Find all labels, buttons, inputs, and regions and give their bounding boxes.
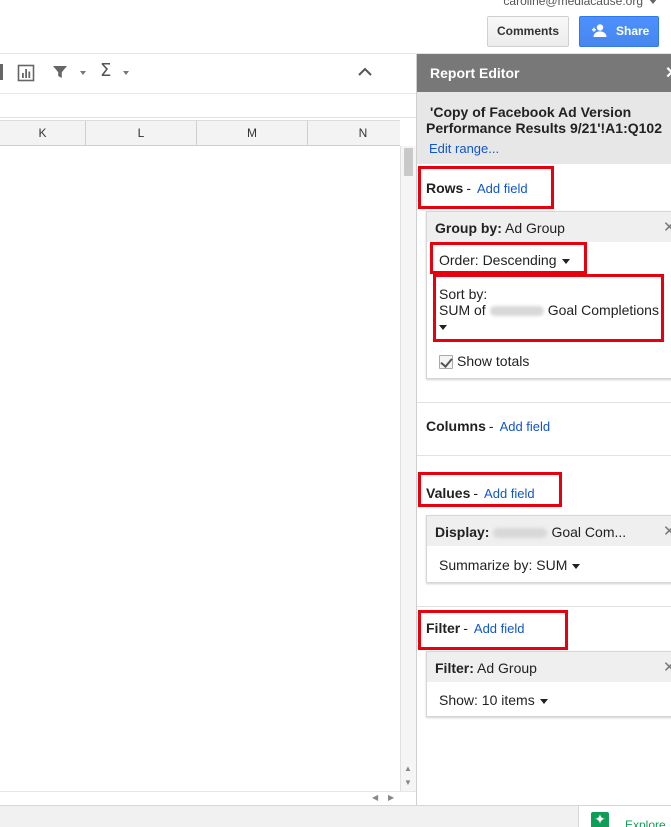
vertical-scrollbar[interactable]: ▲ ▼ xyxy=(400,146,416,792)
filter-caret-icon[interactable] xyxy=(80,71,86,75)
source-range-title: 'Copy of Facebook Ad Version Performance… xyxy=(426,104,662,136)
source-range-box: 'Copy of Facebook Ad Version Performance… xyxy=(417,92,671,164)
show-totals-checkbox[interactable]: Show totals xyxy=(439,353,529,370)
display-header: Display: Goal Com... ✕ xyxy=(427,516,671,546)
highlight-sort-by xyxy=(433,274,664,342)
explore-button[interactable]: ✦ Explore xyxy=(578,805,671,827)
sheet-toolbar: Σ xyxy=(0,54,416,94)
share-label: Share xyxy=(616,24,650,38)
cell-grid[interactable] xyxy=(0,146,400,791)
highlight-rows xyxy=(418,166,554,209)
explore-icon: ✦ xyxy=(591,812,609,827)
close-icon[interactable]: ✕ xyxy=(665,63,671,83)
section-divider xyxy=(417,455,671,456)
column-header-n[interactable]: N xyxy=(308,121,419,146)
account-menu[interactable]: caroline@mediacause.org xyxy=(503,0,657,8)
chevron-down-icon xyxy=(649,0,657,5)
show-items-dropdown[interactable]: Show: 10 items xyxy=(439,692,548,708)
remove-filter-icon[interactable]: ✕ xyxy=(663,658,671,676)
scroll-up-icon[interactable]: ▲ xyxy=(404,764,412,773)
scroll-right-icon[interactable]: ▶ xyxy=(388,793,394,802)
chevron-down-icon xyxy=(539,698,548,704)
vertical-scroll-thumb[interactable] xyxy=(404,148,413,176)
column-header-k[interactable]: K xyxy=(0,121,86,146)
filter-card: Filter: Ad Group ✕ Show: 10 items xyxy=(426,651,671,717)
toolbar-separator xyxy=(0,64,3,80)
column-header-l[interactable]: L xyxy=(86,121,197,146)
columns-add-field-link[interactable]: Add field xyxy=(500,419,551,434)
top-bar: caroline@mediacause.org Comments Share xyxy=(0,0,671,54)
summarize-by-dropdown[interactable]: Summarize by: SUM xyxy=(439,557,581,573)
report-editor-header: Report Editor ✕ xyxy=(417,54,671,92)
functions-icon[interactable]: Σ xyxy=(100,60,111,81)
functions-caret-icon[interactable] xyxy=(123,71,129,75)
formula-bar[interactable] xyxy=(0,94,416,118)
redacted-text xyxy=(493,528,548,539)
comments-button[interactable]: Comments xyxy=(487,16,569,47)
section-divider xyxy=(417,606,671,607)
highlight-order xyxy=(430,242,587,274)
scroll-left-icon[interactable]: ◀ xyxy=(372,793,378,802)
chevron-down-icon xyxy=(572,563,581,569)
sheet-tabs-bar xyxy=(0,805,671,827)
remove-value-icon[interactable]: ✕ xyxy=(663,522,671,540)
horizontal-scrollbar[interactable]: ◀ ▶ xyxy=(0,791,416,805)
values-card: Display: Goal Com... ✕ Summarize by: SUM xyxy=(426,515,671,583)
chart-icon[interactable] xyxy=(17,64,35,82)
remove-group-icon[interactable]: ✕ xyxy=(663,218,671,236)
share-button[interactable]: Share xyxy=(579,16,659,47)
section-divider xyxy=(417,402,671,403)
group-by-header: Group by: Ad Group ✕ xyxy=(427,212,671,242)
report-editor-title: Report Editor xyxy=(430,65,520,81)
columns-section-label: Columns - Add field xyxy=(426,418,551,434)
column-header-m[interactable]: M xyxy=(197,121,308,146)
filter-header: Filter: Ad Group ✕ xyxy=(427,652,671,682)
edit-range-link[interactable]: Edit range... xyxy=(429,141,499,156)
highlight-values xyxy=(418,472,562,507)
filter-icon[interactable] xyxy=(52,64,68,80)
checkbox-checked-icon xyxy=(439,355,453,370)
highlight-filter xyxy=(418,610,568,650)
account-email: caroline@mediacause.org xyxy=(503,0,643,8)
scroll-down-icon[interactable]: ▼ xyxy=(404,778,412,787)
collapse-toolbar-icon[interactable] xyxy=(357,66,373,78)
explore-label: Explore xyxy=(625,818,666,827)
person-add-icon xyxy=(592,24,607,38)
column-header-row: K L M N xyxy=(0,120,419,146)
